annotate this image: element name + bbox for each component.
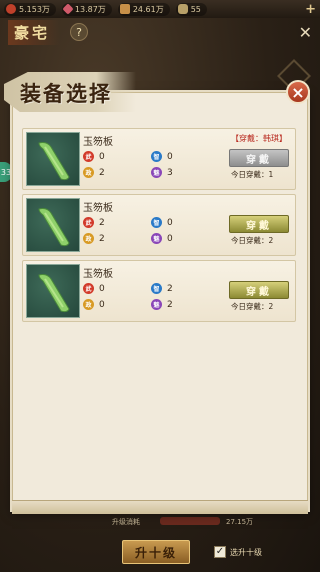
bag-icon [177, 4, 188, 14]
stat-purple: 魅 3 [151, 167, 173, 178]
gold-stat-icon: 政 [83, 299, 94, 310]
stat-purple: 魅 0 [151, 233, 173, 244]
resource-gem-value: 13.87万 [74, 4, 106, 14]
resource-coin: 5.153万 [4, 2, 56, 16]
gem-icon [62, 3, 74, 15]
resource-coin-value: 5.153万 [19, 4, 50, 14]
resource-bag: 55 [175, 2, 207, 16]
gold-stat-icon: 政 [83, 233, 94, 244]
equip-button[interactable]: 穿戴 [229, 215, 289, 233]
add-resource-icon[interactable]: + [305, 2, 316, 17]
item-name: 玉笏板 [83, 269, 113, 280]
stat-red-value: 0 [99, 151, 105, 162]
stat-blue: 智 2 [151, 283, 173, 294]
resource-gem: 13.87万 [61, 2, 112, 16]
purple-stat-icon: 魅 [151, 233, 162, 244]
equipment-card-1[interactable]: 玉笏板 【穿戴：韩琪】 武 0 智 0 政 2 魅 3 穿戴 今日穿戴：1 [22, 128, 296, 190]
red-stat-icon: 武 [83, 151, 94, 162]
upgrade-ten-checkbox[interactable]: ✓ [214, 546, 226, 558]
upgrade-ten-checkbox-row[interactable]: ✓ 选升十级 [214, 546, 262, 558]
blue-stat-icon: 智 [151, 151, 162, 162]
today-wear-count: 今日穿戴：1 [231, 170, 274, 179]
upgrade-ten-button[interactable]: 升十级 [122, 540, 190, 564]
stat-gold-value: 2 [99, 167, 105, 178]
panel-bottom-edge [12, 500, 308, 514]
worn-by-tag: 【穿戴：韩琪】 [231, 134, 287, 143]
item-thumbnail [26, 264, 80, 318]
side-badge[interactable]: 33 [0, 162, 12, 182]
stat-gold: 政 0 [83, 299, 105, 310]
stat-purple-value: 2 [167, 299, 173, 310]
scroll-icon [119, 4, 130, 14]
resource-scroll-value: 24.61万 [132, 4, 164, 14]
stat-red-value: 2 [99, 217, 105, 228]
stat-purple-value: 3 [167, 167, 173, 178]
stat-blue-value: 0 [167, 151, 173, 162]
cost-label: 升级消耗 [112, 518, 140, 526]
jade-tablet-icon [38, 208, 70, 247]
purple-stat-icon: 魅 [151, 299, 162, 310]
jade-tablet-icon [38, 142, 70, 181]
stat-red: 武 0 [83, 283, 105, 294]
item-thumbnail [26, 132, 80, 186]
equipment-card-2[interactable]: 玉笏板 武 2 智 0 政 2 魅 0 穿戴 今日穿戴：2 [22, 194, 296, 256]
stat-blue: 智 0 [151, 151, 173, 162]
stat-gold: 政 2 [83, 233, 105, 244]
help-button[interactable]: ? [70, 23, 89, 41]
jade-tablet-icon [38, 274, 70, 313]
panel-title: 装备选择 [20, 81, 112, 106]
resource-bag-value: 55 [190, 4, 201, 14]
resource-scroll: 24.61万 [117, 2, 170, 16]
equip-button[interactable]: 穿戴 [229, 281, 289, 299]
hall-title: 豪宅 [8, 19, 61, 45]
red-stat-icon: 武 [83, 217, 94, 228]
today-wear-count: 今日穿戴：2 [231, 236, 274, 245]
hall-header: 豪宅 ? ✕ [0, 18, 320, 46]
cost-bar [160, 517, 220, 525]
purple-stat-icon: 魅 [151, 167, 162, 178]
stat-red: 武 0 [83, 151, 105, 162]
stat-blue-value: 2 [167, 283, 173, 294]
stat-blue: 智 0 [151, 217, 173, 228]
gold-stat-icon: 政 [83, 167, 94, 178]
stat-blue-value: 0 [167, 217, 173, 228]
cost-value: 27.15万 [226, 518, 254, 526]
equipment-card-3[interactable]: 玉笏板 武 0 智 2 政 0 魅 2 穿戴 今日穿戴：2 [22, 260, 296, 322]
red-stat-icon: 武 [83, 283, 94, 294]
item-name: 玉笏板 [83, 203, 113, 214]
stat-gold-value: 2 [99, 233, 105, 244]
stat-purple: 魅 2 [151, 299, 173, 310]
upgrade-ten-checkbox-label: 选升十级 [230, 547, 262, 557]
today-wear-count: 今日穿戴：2 [231, 302, 274, 311]
item-name: 玉笏板 [83, 137, 113, 148]
tools-icon[interactable]: ✕ [299, 23, 312, 42]
blue-stat-icon: 智 [151, 283, 162, 294]
stat-gold: 政 2 [83, 167, 105, 178]
stat-purple-value: 0 [167, 233, 173, 244]
equip-button[interactable]: 穿戴 [229, 149, 289, 167]
resource-bar: 5.153万 13.87万 24.61万 55 + [0, 0, 320, 18]
stat-red: 武 2 [83, 217, 105, 228]
stat-red-value: 0 [99, 283, 105, 294]
blue-stat-icon: 智 [151, 217, 162, 228]
stat-gold-value: 0 [99, 299, 105, 310]
coin-icon [6, 4, 16, 14]
close-button[interactable]: × [286, 80, 310, 104]
item-thumbnail [26, 198, 80, 252]
